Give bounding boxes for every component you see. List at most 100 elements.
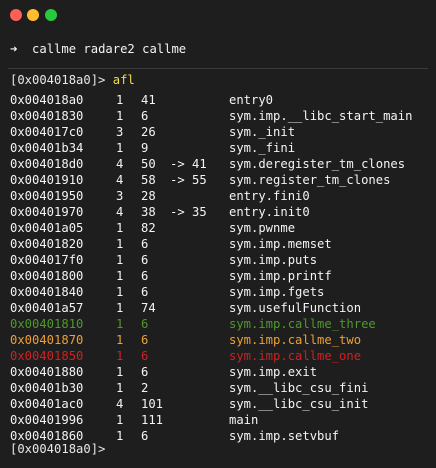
function-address: 0x004018d0: [10, 157, 84, 171]
function-basic-blocks: 1: [116, 269, 124, 283]
function-basic-blocks: 1: [116, 349, 124, 363]
function-size: 58: [141, 173, 156, 187]
function-basic-blocks: 1: [116, 221, 124, 235]
function-basic-blocks: 1: [116, 285, 124, 299]
function-address: 0x00401970: [10, 205, 84, 219]
function-address: 0x00401820: [10, 237, 84, 251]
function-size: 9: [141, 141, 149, 155]
function-basic-blocks: 1: [116, 109, 124, 123]
function-name: main: [229, 413, 259, 427]
function-size: 38: [141, 205, 156, 219]
maximize-window-button[interactable]: [45, 9, 57, 21]
function-basic-blocks: 1: [116, 333, 124, 347]
function-name: entry.fini0: [229, 189, 310, 203]
r2-prompt: [0x004018a0]>: [10, 73, 106, 87]
function-address: 0x00401996: [10, 413, 84, 427]
function-basic-blocks: 1: [116, 301, 124, 315]
function-name: sym.deregister_tm_clones: [229, 157, 406, 171]
function-name: entry0: [229, 93, 274, 107]
r2-prompt-line: [0x004018a0]> afl: [10, 72, 135, 88]
function-address: 0x00401b30: [10, 381, 84, 395]
function-address: 0x00401950: [10, 189, 84, 203]
r2-command: afl: [112, 73, 135, 87]
function-size: 6: [141, 269, 149, 283]
function-name: sym.imp.fgets: [229, 285, 325, 299]
function-size: 26: [141, 125, 156, 139]
function-address: 0x004017c0: [10, 125, 84, 139]
function-size: 101: [141, 397, 164, 411]
output-divider: [8, 68, 428, 69]
function-basic-blocks: 3: [116, 125, 124, 139]
function-basic-blocks: 1: [116, 381, 124, 395]
function-name: sym.imp.__libc_start_main: [229, 109, 413, 123]
function-name: sym.imp.callme_three: [229, 317, 376, 331]
function-address: 0x004018a0: [10, 93, 84, 107]
function-name: sym.__libc_csu_init: [229, 397, 369, 411]
function-address: 0x00401800: [10, 269, 84, 283]
function-xref: -> 55: [170, 173, 207, 187]
title-bar: [0, 0, 436, 30]
function-name: entry.init0: [229, 205, 310, 219]
function-size: 74: [141, 301, 156, 315]
function-xref: -> 41: [170, 157, 207, 171]
function-name: sym.imp.exit: [229, 365, 318, 379]
function-size: 28: [141, 189, 156, 203]
current-directory: callme: [32, 42, 77, 56]
function-address: 0x00401ac0: [10, 397, 84, 411]
function-basic-blocks: 4: [116, 205, 124, 219]
function-name: sym.imp.callme_two: [229, 333, 362, 347]
terminal-window[interactable]: ➜ callme radare2 callme [0x004018a0]> af…: [0, 0, 436, 468]
function-size: 111: [141, 413, 164, 427]
function-basic-blocks: 4: [116, 157, 124, 171]
function-address: 0x00401910: [10, 173, 84, 187]
function-basic-blocks: 1: [116, 141, 124, 155]
function-basic-blocks: 3: [116, 189, 124, 203]
function-name: sym.__libc_csu_fini: [229, 381, 369, 395]
function-size: 6: [141, 317, 149, 331]
function-name: sym.imp.setvbuf: [229, 429, 340, 443]
function-address: 0x00401830: [10, 109, 84, 123]
shell-command: radare2 callme: [83, 42, 187, 56]
function-size: 50: [141, 157, 156, 171]
function-size: 6: [141, 253, 149, 267]
function-address: 0x00401810: [10, 317, 84, 331]
function-basic-blocks: 1: [116, 93, 124, 107]
function-basic-blocks: 1: [116, 237, 124, 251]
function-xref: -> 35: [170, 205, 207, 219]
function-name: sym.imp.puts: [229, 253, 318, 267]
function-address: 0x00401840: [10, 285, 84, 299]
function-name: sym.imp.printf: [229, 269, 332, 283]
function-size: 6: [141, 285, 149, 299]
function-name: sym._fini: [229, 141, 296, 155]
function-name: sym.imp.memset: [229, 237, 332, 251]
text-cursor: [105, 442, 112, 455]
function-name: sym.imp.callme_one: [229, 349, 362, 363]
function-size: 6: [141, 109, 149, 123]
function-basic-blocks: 1: [116, 253, 124, 267]
function-size: 6: [141, 333, 149, 347]
function-name: sym.pwnme: [229, 221, 296, 235]
function-basic-blocks: 1: [116, 365, 124, 379]
function-size: 6: [141, 349, 149, 363]
r2-prompt: [0x004018a0]>: [10, 442, 106, 456]
function-name: sym.register_tm_clones: [229, 173, 391, 187]
function-size: 6: [141, 237, 149, 251]
function-address: 0x00401a05: [10, 221, 84, 235]
close-window-button[interactable]: [10, 9, 22, 21]
function-basic-blocks: 4: [116, 397, 124, 411]
function-basic-blocks: 1: [116, 317, 124, 331]
function-size: 6: [141, 365, 149, 379]
function-basic-blocks: 1: [116, 429, 124, 443]
function-address: 0x00401a57: [10, 301, 84, 315]
r2-final-prompt-line[interactable]: [0x004018a0]>: [10, 441, 112, 457]
function-size: 41: [141, 93, 156, 107]
function-size: 82: [141, 221, 156, 235]
function-address: 0x00401880: [10, 365, 84, 379]
function-size: 2: [141, 381, 149, 395]
shell-command-line: ➜ callme radare2 callme: [10, 41, 186, 57]
function-address: 0x00401850: [10, 349, 84, 363]
minimize-window-button[interactable]: [27, 9, 39, 21]
function-name: sym._init: [229, 125, 296, 139]
prompt-arrow-icon: ➜: [10, 42, 18, 56]
function-address: 0x004017f0: [10, 253, 84, 267]
